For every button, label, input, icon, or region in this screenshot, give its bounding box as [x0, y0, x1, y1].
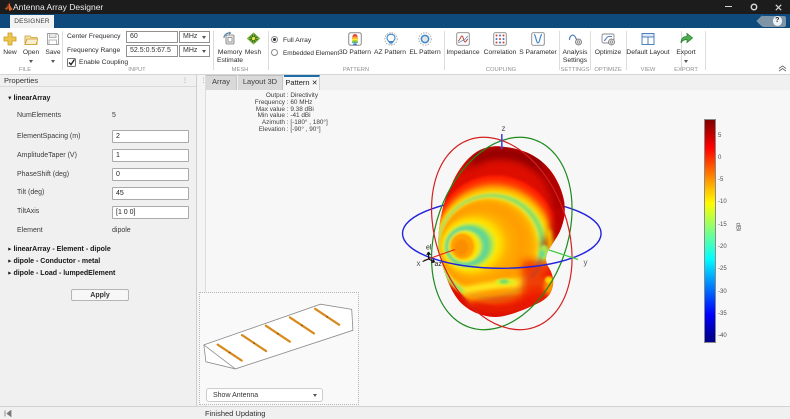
- svg-text:y: y: [584, 258, 588, 267]
- svg-text:el: el: [426, 245, 432, 252]
- svg-text:az: az: [435, 261, 443, 268]
- svg-text:z: z: [502, 124, 506, 133]
- svg-text:x: x: [417, 259, 421, 268]
